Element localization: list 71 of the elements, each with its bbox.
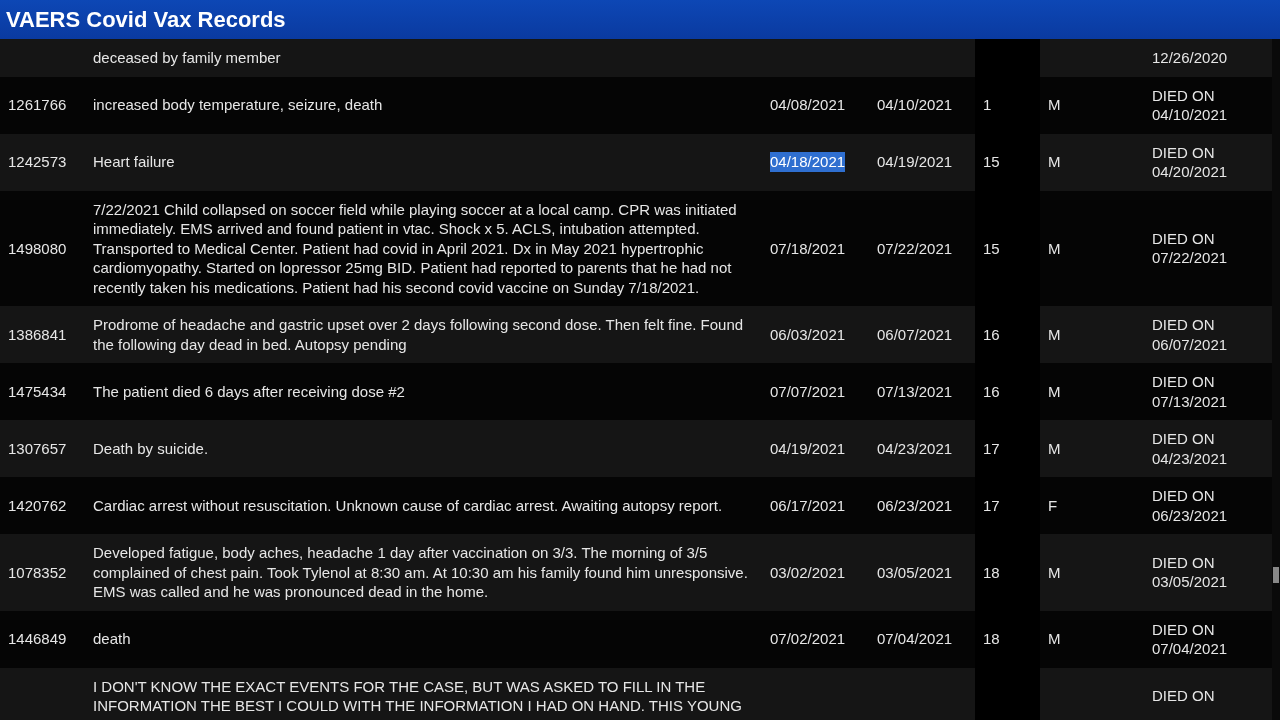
vaccination-date: 06/17/2021: [770, 495, 846, 516]
vaccination-date: 07/07/2021: [770, 381, 846, 402]
outcome: DIED ON 04/20/2021: [1152, 142, 1229, 182]
death-date: 04/23/2021: [877, 438, 953, 459]
outcome: DIED ON 06/07/2021: [1152, 315, 1229, 354]
record-id: 1386841: [8, 324, 67, 345]
record-id: 1307657: [8, 438, 67, 459]
outcome: DIED ON 06/23/2021: [1152, 486, 1229, 525]
sex: M: [1048, 438, 1061, 459]
outcome: DIED ON 03/05/2021: [1152, 552, 1229, 592]
record-id: 1498080: [8, 238, 67, 258]
scrollbar[interactable]: [1272, 39, 1280, 720]
death-date: 04/10/2021: [877, 95, 953, 115]
record-id: 1475434: [8, 381, 67, 402]
report-text: Prodrome of headache and gastric upset over 2 days following second dose. Then felt fine. Found the following day dead in bed. Autopsy pending: [93, 315, 745, 354]
age-cell: 17: [975, 420, 1040, 477]
report-text: increased body temperature, seizure, death: [93, 95, 383, 115]
death-date: 07/04/2021: [877, 629, 953, 649]
report-text: death: [93, 629, 131, 649]
record-id: 1420762: [8, 495, 67, 516]
age-cell: 15: [975, 133, 1040, 191]
sex: M: [1048, 324, 1061, 345]
outcome: DIED ON 07/13/2021: [1152, 372, 1229, 411]
death-date: 06/23/2021: [877, 495, 953, 516]
death-date: 06/07/2021: [877, 324, 953, 345]
record-id: 1446849: [8, 629, 67, 649]
record-id: 1261766: [8, 95, 67, 115]
death-date: 07/13/2021: [877, 381, 953, 402]
sex: M: [1048, 381, 1061, 402]
report-text: The patient died 6 days after receiving dose #2: [93, 381, 405, 402]
report-text: I DON'T KNOW THE EXACT EVENTS FOR THE CASE, BUT WAS ASKED TO FILL IN THE INFORMATION THE BEST I COULD WITH THE INFORMATION I HAD ON HAND. THIS YOUNG: [93, 676, 743, 716]
report-text: deceased by family member: [93, 48, 281, 68]
vaccination-date: 07/02/2021: [770, 629, 846, 649]
age-cell: 17: [975, 477, 1040, 534]
report-text: Cardiac arrest without resuscitation. Unknown cause of cardiac arrest. Awaiting autopsy report.: [93, 495, 723, 516]
window-title: VAERS Covid Vax Records: [6, 6, 286, 33]
outcome: DIED ON 07/04/2021: [1152, 619, 1229, 659]
report-text: Heart failure: [93, 152, 175, 172]
vaccination-date: 07/18/2021: [770, 238, 846, 258]
report-text: Developed fatigue, body aches, headache 1 day after vaccination on 3/3. The morning of 3/5 complained of chest pain. Took Tylenol at 8:30 am. At 10:30 am his family found him unresponsive. EMS was called and he was pronounced dead in the home.: [93, 543, 748, 602]
death-date: 03/05/2021: [877, 562, 953, 582]
age-cell: 16: [975, 363, 1040, 420]
vaccination-date: 04/08/2021: [770, 95, 846, 115]
record-id: 1078352: [8, 562, 67, 582]
outcome: DIED ON: [1152, 686, 1216, 706]
age-cell: 15: [975, 190, 1040, 306]
sex: M: [1048, 562, 1061, 582]
vaccination-date: 06/03/2021: [770, 324, 846, 345]
vaccination-date: 03/02/2021: [770, 562, 846, 582]
sex: M: [1048, 152, 1061, 172]
sex: M: [1048, 238, 1061, 258]
vaccination-date: 04/19/2021: [770, 438, 846, 459]
age-cell: 18: [975, 534, 1040, 611]
outcome: DIED ON 07/22/2021: [1152, 228, 1229, 268]
age-cell: 18: [975, 610, 1040, 668]
sex: F: [1048, 495, 1058, 516]
highlighted-date: 04/18/2021: [770, 152, 846, 172]
age-cell: 1: [975, 76, 1040, 134]
outcome: DIED ON 04/10/2021: [1152, 85, 1229, 125]
age-cell: 16: [975, 306, 1040, 363]
outcome: 12/26/2020: [1152, 48, 1229, 68]
outcome: DIED ON 04/23/2021: [1152, 429, 1229, 468]
record-id: 1242573: [8, 152, 67, 172]
sex: M: [1048, 95, 1061, 115]
scrollbar-thumb[interactable]: [1273, 567, 1279, 583]
death-date: 04/19/2021: [877, 152, 953, 172]
sex: M: [1048, 629, 1061, 649]
age-cell: [975, 39, 1040, 77]
death-date: 07/22/2021: [877, 238, 953, 258]
report-text: 7/22/2021 Child collapsed on soccer field while playing soccer at a local camp. CPR was initiated immediately. EMS arrived and found patient in vtac. Shock x 5. ACLS, intubation attempted. Transported to Medical Center. Patient had covid in April 2021. Dx in May 2021 hypertrophic cardiomyopathy. Started on lopressor 25mg BID. Patient had reported to parents that he had not recently taken his medications. Patient had his second covid vaccine on Sunday 7/18/2021.: [93, 199, 738, 297]
report-text: Death by suicide.: [93, 438, 209, 459]
